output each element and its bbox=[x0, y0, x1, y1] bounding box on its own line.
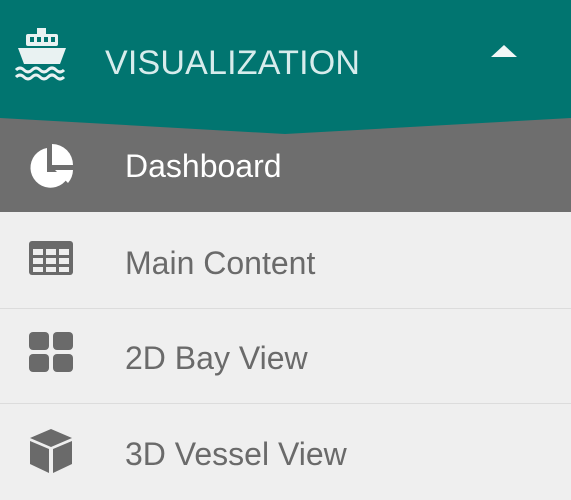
menu-item-2d-bay-view[interactable]: 2D Bay View bbox=[0, 308, 571, 402]
section-title: VISUALIZATION bbox=[105, 44, 361, 82]
menu-item-label: Dashboard bbox=[125, 148, 282, 184]
pie-chart-icon bbox=[30, 144, 73, 188]
grid-icon bbox=[29, 332, 73, 372]
caret-up-icon[interactable] bbox=[488, 41, 520, 59]
cube-icon bbox=[30, 429, 72, 473]
menu-item-3d-vessel-view[interactable]: 3D Vessel View bbox=[0, 403, 571, 497]
menu-item-label: 3D Vessel View bbox=[125, 436, 347, 472]
menu-item-label: 2D Bay View bbox=[125, 340, 308, 376]
visualization-section-header[interactable]: VISUALIZATION bbox=[0, 0, 571, 118]
header-pointer bbox=[0, 116, 571, 134]
menu-item-label: Main Content bbox=[125, 245, 316, 281]
table-icon bbox=[29, 241, 73, 275]
sidebar-menu: VISUALIZATION Dashboard Main Content 2D … bbox=[0, 0, 571, 500]
menu-item-main-content[interactable]: Main Content bbox=[0, 212, 571, 306]
ship-icon bbox=[14, 28, 66, 81]
